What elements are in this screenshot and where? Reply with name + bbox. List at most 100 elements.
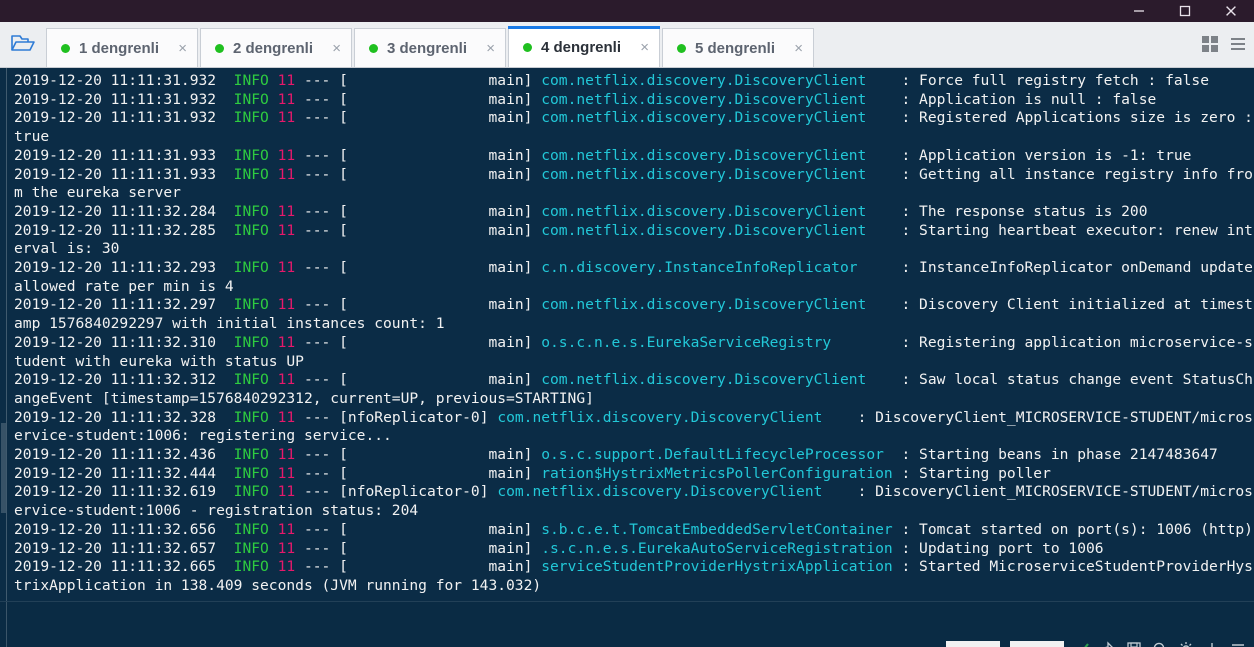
check-icon[interactable] bbox=[1074, 641, 1090, 647]
log-thread: main] bbox=[347, 333, 533, 351]
list-view-button[interactable] bbox=[1228, 34, 1248, 54]
log-thread: main] bbox=[347, 371, 533, 389]
log-thread: main] bbox=[347, 72, 533, 89]
log-thread: main] bbox=[347, 90, 533, 108]
log-message: : Application is null : false bbox=[901, 90, 1157, 108]
log-class: o.s.c.support.DefaultLifecycleProcessor bbox=[541, 446, 884, 464]
input-box-2[interactable] bbox=[1010, 641, 1064, 647]
log-thread: nfoReplicator-0] bbox=[347, 408, 489, 426]
log-class: com.netflix.discovery.DiscoveryClient bbox=[497, 483, 823, 501]
scrollbar-track bbox=[6, 68, 7, 601]
log-line: 2019-12-20 11:11:32.656 INFO 11 --- [ ma… bbox=[14, 521, 1253, 538]
log-line: 2019-12-20 11:11:32.293 INFO 11 --- [ ma… bbox=[14, 259, 1254, 295]
log-thread: main] bbox=[347, 259, 533, 277]
tab-4[interactable]: 4 dengrenli × bbox=[508, 26, 660, 67]
log-class: .s.c.n.e.s.EurekaAutoServiceRegistration bbox=[541, 539, 893, 557]
terminal-output-pane[interactable]: 2019-12-20 11:11:31.932 INFO 11 --- [ ma… bbox=[0, 68, 1254, 601]
log-pid: 11 bbox=[277, 72, 296, 89]
log-pid: 11 bbox=[277, 146, 296, 164]
log-separator: --- [ bbox=[295, 371, 348, 389]
log-timestamp: 2019-12-20 11:11:31.933 bbox=[14, 165, 217, 183]
log-timestamp: 2019-12-20 11:11:31.932 bbox=[14, 72, 217, 89]
log-message: : Application version is -1: true bbox=[901, 146, 1192, 164]
log-thread: main] bbox=[347, 558, 533, 576]
search-icon[interactable] bbox=[1152, 641, 1168, 647]
status-bar-edge bbox=[6, 602, 7, 647]
log-thread: nfoReplicator-0] bbox=[347, 483, 489, 501]
log-timestamp: 2019-12-20 11:11:32.284 bbox=[14, 202, 217, 220]
terminal-scrollbar[interactable] bbox=[0, 68, 7, 601]
log-pid: 11 bbox=[277, 371, 296, 389]
status-bar bbox=[0, 601, 1254, 647]
tab-list: 1 dengrenli × 2 dengrenli × 3 dengrenli × 4 de… bbox=[46, 21, 1200, 67]
tab-3[interactable]: 3 dengrenli × bbox=[354, 28, 506, 67]
log-separator: --- [ bbox=[295, 109, 348, 127]
log-timestamp: 2019-12-20 11:11:32.312 bbox=[14, 371, 217, 389]
download-icon[interactable] bbox=[1204, 641, 1220, 647]
log-line: 2019-12-20 11:11:32.665 INFO 11 --- [ ma… bbox=[14, 558, 1253, 594]
tab-close-icon[interactable]: × bbox=[486, 41, 495, 56]
log-message: : Tomcat started on port(s): 1006 (http) bbox=[901, 520, 1253, 538]
log-timestamp: 2019-12-20 11:11:32.293 bbox=[14, 259, 217, 277]
tab-close-icon[interactable]: × bbox=[178, 41, 187, 56]
log-level: INFO bbox=[233, 109, 269, 127]
close-button[interactable] bbox=[1208, 0, 1254, 22]
log-class: com.netflix.discovery.DiscoveryClient bbox=[541, 371, 867, 389]
log-line: 2019-12-20 11:11:31.933 INFO 11 --- [ ma… bbox=[14, 166, 1253, 202]
log-message: : Force full registry fetch : false bbox=[901, 72, 1210, 89]
log-class: com.netflix.discovery.DiscoveryClient bbox=[541, 165, 867, 183]
input-box-1[interactable] bbox=[946, 641, 1000, 647]
log-timestamp: 2019-12-20 11:11:32.328 bbox=[14, 408, 217, 426]
log-separator: --- [ bbox=[295, 539, 348, 557]
log-separator: --- [ bbox=[295, 296, 348, 314]
tab-close-icon[interactable]: × bbox=[794, 41, 803, 56]
log-level: INFO bbox=[233, 90, 269, 108]
log-level: INFO bbox=[233, 296, 269, 314]
settings-icon[interactable] bbox=[1178, 641, 1194, 647]
log-line: 2019-12-20 11:11:31.932 INFO 11 --- [ ma… bbox=[14, 91, 1156, 108]
log-level: INFO bbox=[233, 333, 269, 351]
tab-close-icon[interactable]: × bbox=[332, 41, 341, 56]
tab-2[interactable]: 2 dengrenli × bbox=[200, 28, 352, 67]
log-pid: 11 bbox=[277, 165, 296, 183]
log-timestamp: 2019-12-20 11:11:31.933 bbox=[14, 146, 217, 164]
log-message: : The response status is 200 bbox=[901, 202, 1148, 220]
log-class: com.netflix.discovery.DiscoveryClient bbox=[541, 296, 867, 314]
status-bar-icons bbox=[946, 635, 1246, 647]
log-pid: 11 bbox=[277, 558, 296, 576]
tab-label: 1 dengrenli bbox=[79, 39, 160, 57]
log-line: 2019-12-20 11:11:32.657 INFO 11 --- [ ma… bbox=[14, 540, 1104, 557]
minimize-button[interactable] bbox=[1116, 0, 1162, 22]
log-message: : Updating port to 1006 bbox=[901, 539, 1104, 557]
log-class: c.n.discovery.InstanceInfoReplicator bbox=[541, 259, 858, 277]
log-pid: 11 bbox=[277, 90, 296, 108]
log-pid: 11 bbox=[277, 202, 296, 220]
open-folder-button[interactable] bbox=[0, 21, 46, 67]
list-view-icon bbox=[1231, 38, 1245, 50]
grid-view-button[interactable] bbox=[1200, 34, 1220, 54]
tab-5[interactable]: 5 dengrenli × bbox=[662, 28, 814, 67]
log-level: INFO bbox=[233, 464, 269, 482]
log-class: s.b.c.e.t.TomcatEmbeddedServletContainer bbox=[541, 520, 893, 538]
log-timestamp: 2019-12-20 11:11:32.619 bbox=[14, 483, 217, 501]
log-level: INFO bbox=[233, 520, 269, 538]
grid-view-icon bbox=[1202, 36, 1218, 52]
log-thread: main] bbox=[347, 202, 533, 220]
log-class: com.netflix.discovery.DiscoveryClient bbox=[541, 109, 867, 127]
log-line: 2019-12-20 11:11:31.933 INFO 11 --- [ ma… bbox=[14, 147, 1191, 164]
log-line: 2019-12-20 11:11:31.932 INFO 11 --- [ ma… bbox=[14, 72, 1209, 89]
log-pid: 11 bbox=[277, 408, 296, 426]
log-level: INFO bbox=[233, 539, 269, 557]
save-icon[interactable] bbox=[1126, 641, 1142, 647]
maximize-icon bbox=[1179, 5, 1191, 17]
log-separator: --- [ bbox=[295, 90, 348, 108]
log-pid: 11 bbox=[277, 333, 296, 351]
tab-close-icon[interactable]: × bbox=[640, 40, 649, 55]
tab-status-dot bbox=[523, 42, 532, 52]
menu-icon[interactable] bbox=[1230, 641, 1246, 647]
scrollbar-thumb[interactable] bbox=[1, 423, 6, 513]
tab-1[interactable]: 1 dengrenli × bbox=[46, 28, 198, 67]
share-icon[interactable] bbox=[1100, 641, 1116, 647]
log-separator: --- [ bbox=[295, 259, 348, 277]
maximize-button[interactable] bbox=[1162, 0, 1208, 22]
